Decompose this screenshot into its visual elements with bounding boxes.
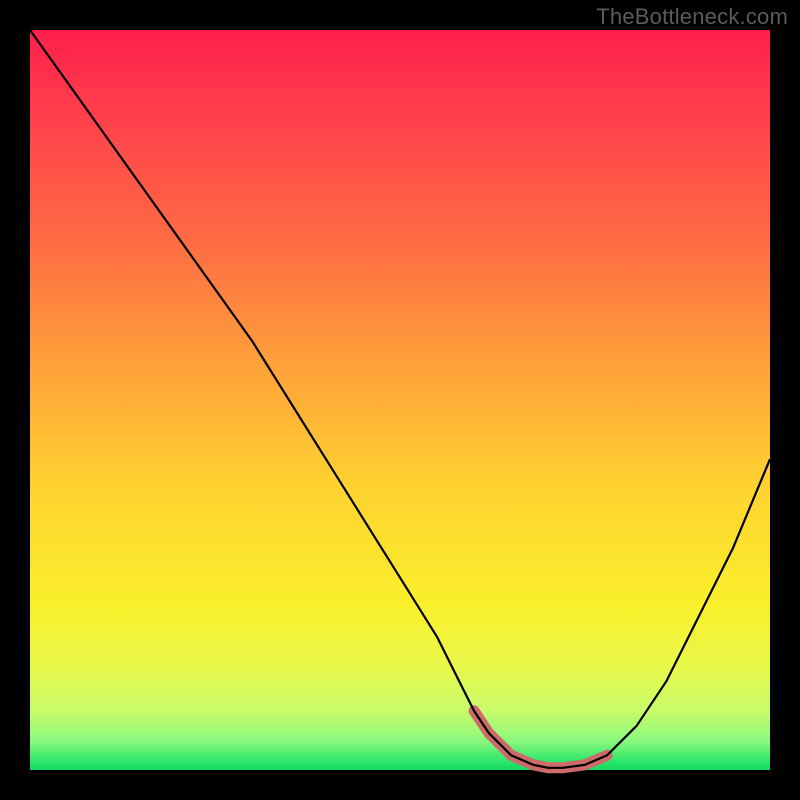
plot-area bbox=[30, 30, 770, 770]
watermark-text: TheBottleneck.com bbox=[596, 4, 788, 30]
bottleneck-curve bbox=[30, 30, 770, 770]
chart-frame: TheBottleneck.com bbox=[0, 0, 800, 800]
curve-line bbox=[30, 30, 770, 768]
